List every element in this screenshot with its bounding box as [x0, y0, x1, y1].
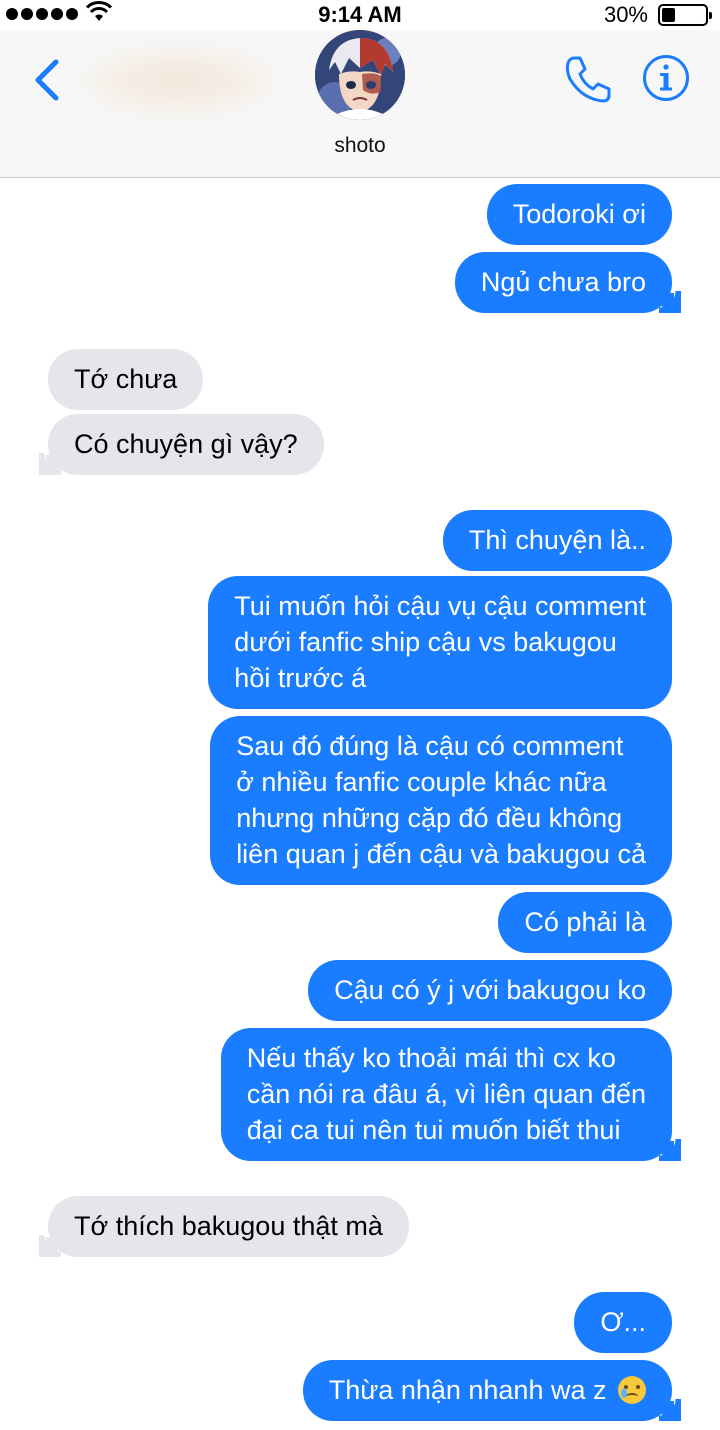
message-line: Sau đó đúng là cậu có comment: [236, 731, 624, 761]
battery-level: [662, 8, 675, 22]
message-line: Thì chuyện là..: [468, 525, 646, 555]
phone-icon[interactable]: [562, 54, 612, 106]
conversation-header: shoto: [0, 30, 720, 178]
message-bubble[interactable]: Todoroki ơi: [486, 184, 672, 245]
message-bubble[interactable]: Thì chuyện là..: [442, 510, 672, 571]
message-line: đại ca tui nên tui muốn biết thui: [246, 1115, 621, 1145]
battery-icon: [658, 4, 712, 26]
blurred-contact-label: [84, 46, 274, 116]
battery-percent: 30%: [603, 2, 648, 27]
contact-name[interactable]: shoto: [0, 134, 720, 158]
message-line: Todoroki ơi: [512, 199, 646, 229]
message-line: liên quan j đến cậu và bakugou cả: [236, 839, 646, 869]
message-line: Ngủ chưa bro: [480, 267, 646, 297]
info-icon[interactable]: [642, 54, 690, 102]
message-line: Nếu thấy ko thoải mái thì cx ko: [246, 1043, 616, 1073]
message-line: Tui muốn hỏi cậu vụ cậu comment: [234, 591, 646, 621]
message-line: Tớ chưa: [74, 364, 178, 394]
message-line: ở nhiều fanfic couple khác nữa: [236, 767, 607, 797]
message-bubble[interactable]: Tớ chưa: [48, 349, 204, 410]
message-bubble[interactable]: Thừa nhận nhanh wa z: [302, 1360, 682, 1421]
avatar-image: [315, 30, 405, 120]
message-text: Thừa nhận nhanh wa z: [328, 1375, 607, 1405]
message-bubble[interactable]: Sau đó đúng là cậu có comment ở nhiều fa…: [210, 716, 672, 885]
message-bubble[interactable]: Cậu có ý j với bakugou ko: [308, 960, 672, 1021]
message-line: Cậu có ý j với bakugou ko: [334, 975, 646, 1005]
message-line: hồi trước á: [234, 663, 367, 693]
message-bubble[interactable]: Có phải là: [498, 892, 672, 953]
contact-avatar[interactable]: [315, 30, 405, 120]
back-chevron-icon[interactable]: [28, 58, 68, 102]
message-line: Thừa nhận nhanh wa z: [329, 1372, 646, 1408]
message-bubble[interactable]: Ơ...: [574, 1292, 672, 1353]
status-bar: 9:14 AM 30%: [0, 0, 720, 30]
smiling-face-with-tear-icon: [618, 1376, 646, 1404]
message-line: dưới fanfic ship cậu vs bakugou: [234, 627, 617, 657]
message-line: Ơ...: [600, 1307, 646, 1337]
message-bubble[interactable]: Nếu thấy ko thoải mái thì cx ko cần nói …: [220, 1028, 682, 1161]
message-bubble[interactable]: Tớ thích bakugou thật mà: [39, 1196, 409, 1257]
message-line: cần nói ra đâu á, vì liên quan đến: [246, 1079, 646, 1109]
message-line: Tớ thích bakugou thật mà: [74, 1211, 383, 1241]
message-bubble[interactable]: Có chuyện gì vậy?: [39, 414, 324, 475]
message-bubble[interactable]: Ngủ chưa bro: [454, 252, 682, 313]
message-line: nhưng những cặp đó đều không: [236, 803, 623, 833]
message-bubble[interactable]: Tui muốn hỏi cậu vụ cậu comment dưới fan…: [208, 576, 672, 709]
message-line: Có chuyện gì vậy?: [74, 429, 298, 459]
message-line: Có phải là: [524, 907, 646, 937]
